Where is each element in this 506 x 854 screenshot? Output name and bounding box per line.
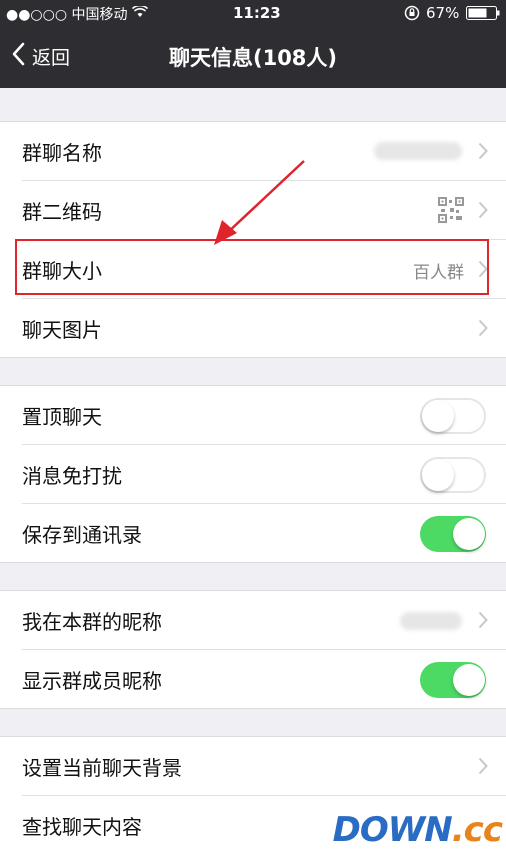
down-cc-logo: DOWN.cc bbox=[332, 810, 503, 850]
annotation-arrow bbox=[214, 160, 305, 245]
